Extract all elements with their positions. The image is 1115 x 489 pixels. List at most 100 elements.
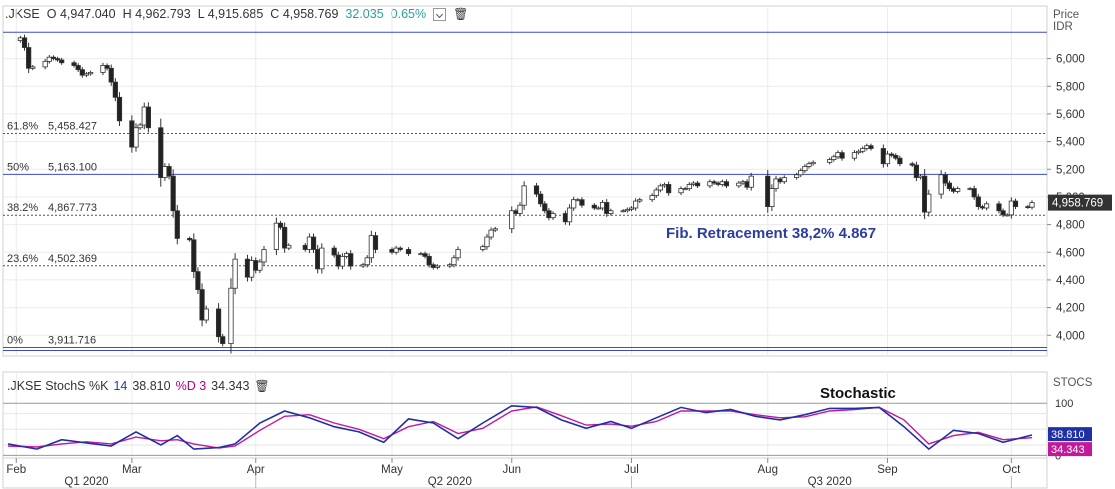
fib-level-value: 4,502.369: [48, 253, 97, 265]
price-tick-label: 5,800: [1056, 81, 1085, 93]
candle-body: [926, 193, 932, 213]
candle-body: [653, 189, 659, 196]
candle-body: [723, 181, 730, 187]
stoch-line-d: [7, 406, 1033, 449]
candle-body: [228, 287, 234, 344]
candle-body: [794, 174, 800, 178]
candle-body: [21, 37, 28, 48]
candle-body: [71, 62, 77, 66]
quarter-label: Q3 2020: [808, 476, 852, 488]
candle-body: [331, 247, 337, 256]
fib-level-pct: 50%: [7, 161, 29, 173]
candle-body: [220, 336, 226, 344]
candle-body: [191, 239, 197, 273]
candle-body: [893, 155, 899, 159]
candle-body: [488, 229, 494, 238]
candle-body: [319, 247, 325, 270]
candle-body: [542, 203, 548, 212]
candle-body: [203, 308, 209, 321]
candle-body: [975, 196, 981, 208]
stoch-title: Stochastic: [820, 385, 896, 402]
candle-body: [434, 265, 441, 268]
price-tick-label: 5,200: [1056, 164, 1085, 176]
fib-level-value: 3,911.716: [48, 334, 96, 346]
fib-level-value: 5,458.427: [48, 121, 97, 133]
month-label: Apr: [247, 464, 265, 476]
candle-body: [637, 199, 643, 202]
candle-body: [145, 106, 151, 129]
fib-annotation: Fib. Retracement 38,2% 4.867: [666, 225, 876, 242]
candle-body: [137, 124, 143, 129]
candle-body: [277, 222, 284, 228]
candle-body: [633, 200, 639, 209]
price-tick-label: 4,000: [1056, 330, 1085, 342]
stoch-k-tag-value: 38.810: [1051, 429, 1085, 441]
price-axis-unit: IDR: [1053, 21, 1073, 33]
candle-body: [686, 184, 692, 190]
candle-body: [372, 235, 379, 250]
candle-body: [215, 308, 222, 338]
candle-body: [257, 261, 263, 271]
stoch-d-tag-value: 34.343: [1051, 444, 1085, 456]
candle-body: [657, 185, 663, 191]
candle-body: [798, 170, 804, 176]
candles: [17, 34, 1035, 354]
candle-body: [59, 59, 65, 64]
candle-body: [591, 204, 597, 209]
month-label: Aug: [758, 464, 778, 476]
candle-body: [897, 157, 903, 165]
candle-body: [579, 199, 585, 206]
price-tick-label: 5,400: [1056, 137, 1085, 149]
candle-body: [116, 96, 123, 122]
candle-body: [1029, 202, 1035, 208]
candle-body: [397, 247, 403, 250]
candle-body: [946, 182, 953, 190]
candle-body: [1012, 200, 1019, 207]
candle-body: [983, 203, 990, 209]
stoch-axis-title: STOCS: [1053, 377, 1093, 389]
candle-body: [996, 203, 1002, 212]
candle-body: [649, 195, 655, 201]
price-tick-label: 4,400: [1056, 275, 1085, 287]
candle-body: [87, 72, 94, 75]
month-label: Feb: [6, 464, 26, 476]
candle-body: [30, 66, 36, 69]
stoch-tick-label: 100: [1055, 398, 1073, 410]
quarter-label: Q1 2020: [64, 476, 108, 488]
candle-body: [538, 193, 544, 205]
month-label: Jun: [502, 464, 521, 476]
fib-level-pct: 61.8%: [7, 121, 38, 133]
candle-body: [955, 188, 961, 192]
month-label: Jul: [624, 464, 639, 476]
candle-body: [348, 253, 354, 267]
candle-body: [286, 244, 292, 249]
month-label: Sep: [877, 464, 897, 476]
price-tick-label: 4,600: [1056, 247, 1085, 259]
candle-body: [810, 161, 816, 165]
candle-body: [195, 271, 201, 291]
price-tick-label: 5,600: [1056, 109, 1085, 121]
candle-body: [942, 174, 948, 184]
candle-body: [839, 152, 845, 159]
candle-body: [736, 182, 742, 187]
month-label: Mar: [122, 464, 142, 476]
candle-body: [170, 175, 176, 212]
candle-body: [232, 258, 238, 289]
candle-body: [517, 204, 523, 214]
candle-body: [806, 163, 812, 167]
fib-level-value: 4,867.773: [48, 202, 97, 214]
candle-body: [666, 184, 672, 194]
candle-body: [26, 47, 32, 69]
candle-body: [868, 145, 874, 149]
price-axis-title: Price: [1053, 9, 1079, 21]
candle-body: [426, 255, 432, 266]
candle-body: [492, 228, 498, 231]
candle-body: [748, 175, 754, 188]
candle-body: [694, 182, 701, 187]
candle-body: [860, 148, 866, 152]
candle-body: [112, 81, 118, 98]
last-price-value: 4,958.769: [1052, 198, 1103, 210]
candle-body: [455, 249, 461, 259]
candle-body: [971, 188, 977, 198]
candle-body: [550, 213, 556, 219]
